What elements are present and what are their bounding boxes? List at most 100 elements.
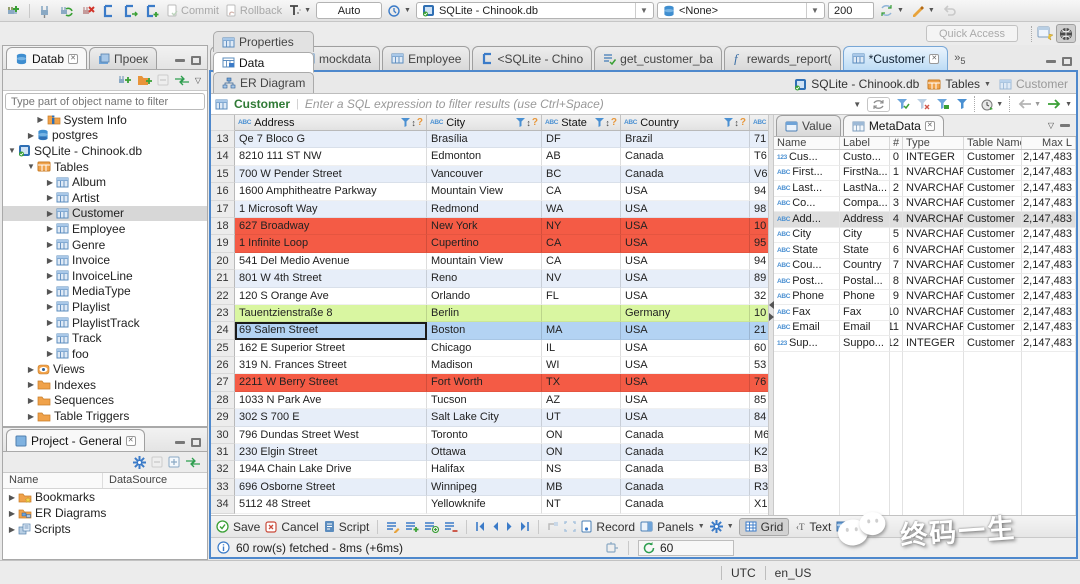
tree-item-playlist[interactable]: ▶ Playlist (3, 299, 207, 315)
quick-access-box[interactable]: Quick Access (926, 25, 1018, 42)
grid-cell[interactable]: USA (621, 252, 750, 271)
link-with-editor-icon[interactable] (185, 457, 201, 468)
project-item-er-diagrams[interactable]: ▶ ER Diagrams (3, 505, 207, 521)
close-icon[interactable]: ✕ (125, 435, 136, 446)
row-number[interactable]: 25 (211, 339, 235, 358)
tab-database-navigator[interactable]: Datab ✕ (6, 47, 88, 69)
column-help-icon[interactable]: ? (532, 117, 538, 128)
grid-cell[interactable]: USA (621, 200, 750, 218)
duplicate-row-icon[interactable] (424, 521, 440, 533)
expander-icon[interactable]: ▼ (26, 162, 36, 171)
grid-cell[interactable]: R3 (750, 478, 768, 497)
commit-button[interactable]: Commit (165, 2, 221, 20)
grid-cell[interactable]: USA (621, 287, 750, 305)
grid-cell[interactable]: USA (621, 217, 750, 236)
grid-cell[interactable]: MA (542, 322, 621, 340)
grid-cell[interactable]: CA (542, 183, 621, 201)
metadata-row[interactable]: ABC City City 5 NVARCHAR Customer 2,147,483 (774, 227, 1076, 243)
row-number[interactable]: 24 (211, 322, 235, 340)
panel-sash[interactable] (768, 115, 774, 515)
text-view-toggle[interactable]: ‹T Text (794, 520, 831, 534)
row-number[interactable]: 19 (211, 235, 235, 253)
grid-cell[interactable]: 10 (750, 304, 768, 323)
column-help-icon[interactable]: ? (417, 117, 423, 128)
auto-refresh-box[interactable]: 60 (638, 539, 734, 556)
tree-item-postgres[interactable]: ▶ postgres (3, 128, 207, 144)
grid-cell[interactable]: WI (542, 357, 621, 375)
filter-funnel-icon[interactable] (516, 118, 526, 127)
grid-cell[interactable]: 194A Chain Lake Drive (235, 461, 427, 479)
project-item-bookmarks[interactable]: ▶ Bookmarks (3, 489, 207, 505)
grid-cell[interactable] (542, 304, 621, 323)
editor-tab-rewards-report-[interactable]: f rewards_report( (723, 46, 841, 70)
tree-item-artist[interactable]: ▶ Artist (3, 190, 207, 206)
grid-cell[interactable]: Toronto (427, 426, 542, 445)
grid-cell[interactable]: 53 (750, 357, 768, 375)
grid-cell[interactable]: Qe 7 Bloco G (235, 131, 427, 149)
grid-cell[interactable]: USA (621, 391, 750, 410)
grid-cell[interactable]: 1600 Amphitheatre Parkway (235, 183, 427, 201)
grid-cell[interactable]: T6 (750, 148, 768, 166)
new-connection-icon[interactable] (118, 74, 132, 86)
sort-icon[interactable]: ↕ (605, 118, 610, 128)
grid-cell[interactable]: Canada (621, 478, 750, 497)
tree-item-track[interactable]: ▶ Track (3, 330, 207, 346)
expander-icon[interactable]: ▶ (45, 287, 55, 296)
view-menu-icon[interactable]: ▽ (195, 76, 201, 85)
metadata-row[interactable]: ABC State State 6 NVARCHAR Customer 2,147,483 (774, 243, 1076, 259)
new-folder-icon[interactable] (137, 74, 152, 86)
sort-icon[interactable]: ↕ (526, 118, 531, 128)
sash-collapse-right-icon[interactable] (769, 313, 774, 321)
expander-icon[interactable]: ▶ (26, 365, 36, 374)
grid-cell[interactable]: Winnipeg (427, 478, 542, 497)
connect-icon[interactable] (36, 2, 54, 20)
grid-cell[interactable]: 796 Dundas Street West (235, 426, 427, 445)
grid-cell[interactable]: 98 (750, 200, 768, 218)
grid-cell[interactable]: 541 Del Medio Avenue (235, 252, 427, 271)
metadata-row[interactable]: ABC Cou... Country 7 NVARCHAR Customer 2,147,4… (774, 258, 1076, 274)
grid-cell[interactable]: Mountain View (427, 252, 542, 271)
grid-cell[interactable]: Halifax (427, 461, 542, 479)
maximize-panel-icon[interactable] (191, 438, 201, 447)
grid-cell[interactable]: Chicago (427, 339, 542, 358)
grid-cell[interactable]: Canada (621, 444, 750, 462)
tree-item-indexes[interactable]: ▶ Indexes (3, 377, 207, 393)
forward-icon[interactable]: ▼ (1047, 99, 1072, 109)
grid-cell[interactable]: 700 W Pender Street (235, 165, 427, 184)
grid-cell[interactable]: 76 (750, 374, 768, 392)
recent-sql-editor-icon[interactable] (121, 2, 140, 20)
expander-icon[interactable]: ▶ (45, 334, 55, 343)
save-filter-icon[interactable] (936, 98, 950, 110)
grid-cell[interactable]: Canada (621, 461, 750, 479)
grid-cell[interactable]: Madison (427, 357, 542, 375)
tree-item-invoice[interactable]: ▶ Invoice (3, 252, 207, 268)
filter-funnel-icon[interactable] (595, 118, 605, 127)
grid-cell[interactable]: USA (621, 374, 750, 392)
grid-cell[interactable]: IL (542, 339, 621, 358)
grid-cell[interactable]: USA (621, 235, 750, 253)
sql-generator-icon[interactable]: ▼ (909, 2, 937, 20)
grid-cell[interactable]: NY (542, 217, 621, 236)
gear-icon[interactable] (133, 455, 146, 469)
grid-cell[interactable]: USA (621, 409, 750, 427)
grid-cell[interactable]: 801 W 4th Street (235, 270, 427, 288)
maximize-panel-icon[interactable] (191, 56, 201, 65)
metadata-column-header[interactable]: Type (903, 137, 964, 149)
row-number[interactable]: 27 (211, 374, 235, 392)
grid-cell[interactable]: ON (542, 444, 621, 462)
grid-cell[interactable]: V6 (750, 165, 768, 184)
grid-cell[interactable]: K2 (750, 444, 768, 462)
row-number[interactable]: 33 (211, 478, 235, 497)
editor-tab-get-customer-ba[interactable]: get_customer_ba (594, 46, 722, 70)
expander-icon[interactable]: ▶ (26, 396, 36, 405)
row-number[interactable]: 30 (211, 426, 235, 445)
subtab-data[interactable]: Data (213, 52, 315, 73)
maximize-editor-icon[interactable] (1062, 57, 1072, 66)
subtab-properties[interactable]: Properties (213, 31, 315, 52)
expander-icon[interactable]: ▶ (7, 493, 17, 502)
delete-row-icon[interactable] (444, 521, 458, 533)
metadata-row[interactable]: ABCEmailEmail11NVARCHARCustomer2,147,483 (774, 320, 1076, 336)
metadata-row[interactable]: 123Sup... Suppo... 12 INTEGER Customer 2,147,… (774, 336, 1076, 352)
collapse-all-icon[interactable] (151, 456, 163, 468)
grid-cell[interactable]: 230 Elgin Street (235, 444, 427, 462)
